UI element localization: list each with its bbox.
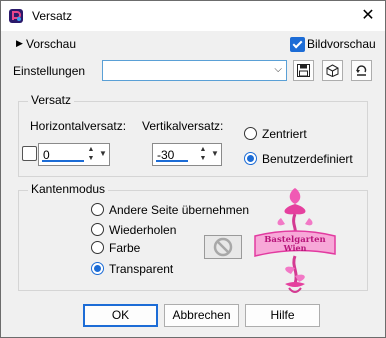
expand-arrow-icon[interactable]: ▶	[16, 38, 23, 49]
no-entry-icon	[213, 237, 233, 257]
vertical-offset-spinner[interactable]: -30 ▲ ▼ ▼	[152, 143, 222, 166]
watermark-line2: Wien	[283, 243, 307, 253]
spin-updown-icon[interactable]: ▲ ▼	[86, 145, 96, 164]
window-title: Versatz	[32, 9, 73, 23]
edge-option-label: Wiederholen	[109, 223, 177, 237]
offset-group-label: Versatz	[28, 93, 75, 107]
reset-button[interactable]	[351, 60, 372, 81]
input-focus-underline	[42, 160, 84, 162]
chevron-down-icon[interactable]: ⌵	[274, 64, 282, 75]
vertical-offset-label: Vertikalversatz:	[142, 119, 224, 133]
centered-label: Zentriert	[262, 127, 307, 141]
horizontal-offset-spinner[interactable]: 0 ▲ ▼ ▼	[38, 143, 110, 166]
help-button[interactable]: Hilfe	[245, 304, 320, 327]
settings-preset-combobox[interactable]: ⌵	[102, 60, 287, 81]
chevron-down-icon[interactable]: ▼	[98, 149, 108, 158]
reset-icon	[356, 65, 367, 76]
edge-option-transparent-radio[interactable]	[91, 262, 104, 275]
edge-option-wrap-radio[interactable]	[91, 203, 104, 216]
custom-radio[interactable]	[244, 152, 257, 165]
cube-icon	[326, 64, 339, 78]
custom-label: Benutzerdefiniert	[262, 152, 353, 166]
bildvorschau-checkbox[interactable]	[290, 37, 305, 52]
settings-label: Einstellungen	[13, 64, 86, 78]
chevron-down-icon[interactable]: ▼	[210, 149, 220, 158]
link-offsets-checkbox[interactable]	[22, 146, 37, 161]
floppy-disk-icon	[297, 64, 310, 77]
preview-toggle-label[interactable]: Vorschau	[26, 37, 76, 51]
load-preset-button[interactable]	[322, 60, 343, 81]
edge-option-color-radio[interactable]	[91, 241, 104, 254]
ok-button[interactable]: OK	[83, 304, 158, 327]
input-focus-underline	[156, 160, 188, 162]
centered-radio[interactable]	[244, 127, 257, 140]
close-button[interactable]: ✕	[357, 5, 379, 27]
edge-option-repeat-radio[interactable]	[91, 223, 104, 236]
edge-mode-group-label: Kantenmodus	[28, 182, 109, 196]
versatz-dialog: Versatz ✕ ▶ Vorschau Bildvorschau Einste…	[0, 0, 386, 338]
spin-updown-icon[interactable]: ▲ ▼	[198, 145, 208, 164]
save-preset-button[interactable]	[293, 60, 314, 81]
title-bar[interactable]: Versatz ✕	[1, 1, 385, 31]
edge-option-label: Transparent	[109, 262, 174, 276]
horizontal-offset-label: Horizontalversatz:	[30, 119, 127, 133]
edge-color-swatch[interactable]	[204, 235, 242, 259]
edge-option-label: Andere Seite übernehmen	[109, 203, 250, 217]
edge-option-label: Farbe	[109, 241, 141, 255]
cancel-button[interactable]: Abbrechen	[164, 304, 239, 327]
bastelgarten-watermark-logo: Bastelgarten Wien	[254, 188, 336, 293]
paintshop-app-icon	[9, 9, 23, 23]
bildvorschau-label: Bildvorschau	[307, 37, 376, 51]
